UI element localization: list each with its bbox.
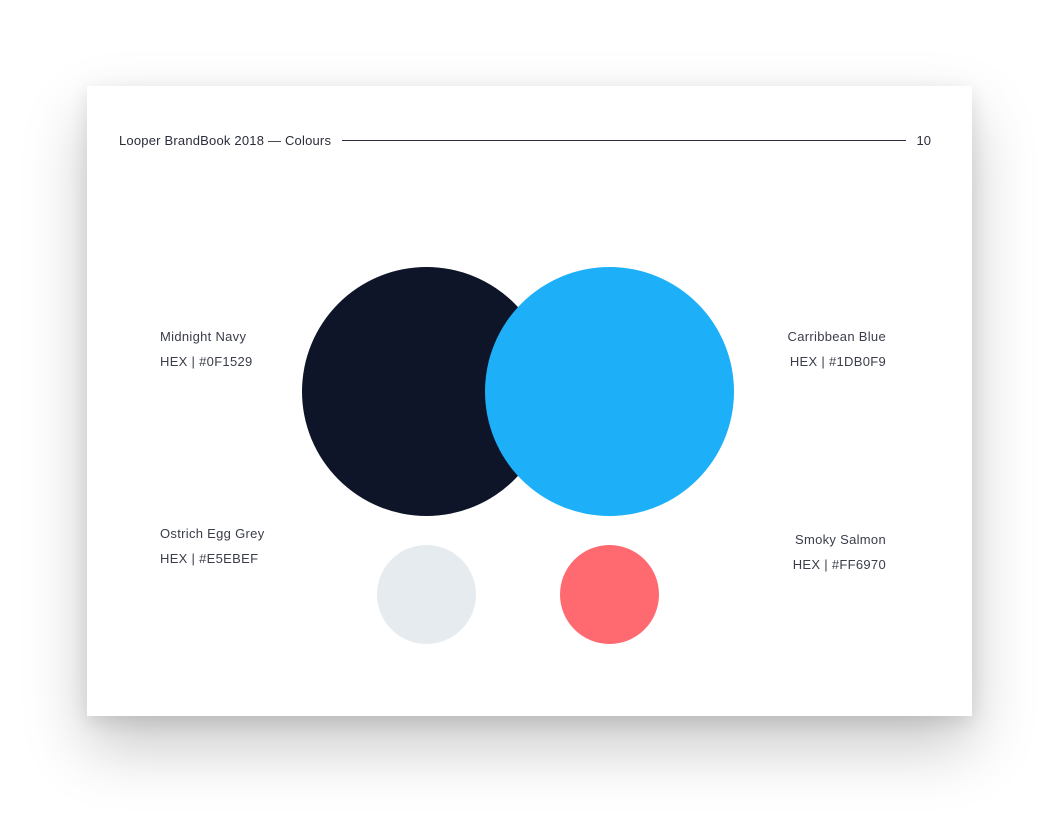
colour-name: Ostrich Egg Grey [160,526,265,541]
brandbook-page: Looper BrandBook 2018 — Colours 10 Midni… [87,86,972,716]
ostrich-egg-grey-swatch [377,545,476,644]
midnight-navy-label: Midnight Navy HEX | #0F1529 [160,324,253,374]
page-number: 10 [916,132,931,148]
colour-name: Midnight Navy [160,329,247,344]
page-header: Looper BrandBook 2018 — Colours 10 [119,132,931,148]
page-title: Looper BrandBook 2018 — Colours [119,132,332,148]
carribbean-blue-label: Carribbean Blue HEX | #1DB0F9 [788,324,886,374]
colour-hex: HEX | #1DB0F9 [789,354,886,369]
colour-name: Carribbean Blue [787,329,886,344]
smoky-salmon-swatch [560,545,659,644]
colour-name: Smoky Salmon [794,532,886,547]
carribbean-blue-swatch [485,267,734,516]
ostrich-egg-grey-label: Ostrich Egg Grey HEX | #E5EBEF [160,521,265,571]
header-divider [342,139,906,141]
colour-hex: HEX | #FF6970 [792,557,886,572]
smoky-salmon-label: Smoky Salmon HEX | #FF6970 [793,527,886,577]
colour-hex: HEX | #E5EBEF [160,551,259,566]
colour-hex: HEX | #0F1529 [160,354,253,369]
